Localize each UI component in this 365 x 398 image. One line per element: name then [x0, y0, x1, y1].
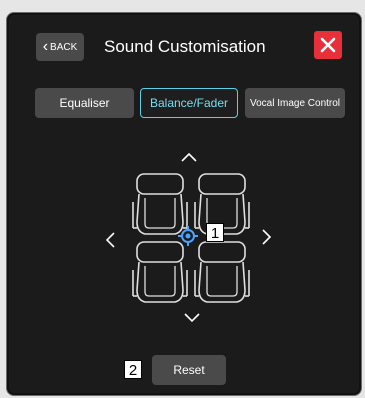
tab-equaliser[interactable]: Equaliser	[35, 88, 134, 118]
callout-marker-2: 2	[124, 360, 142, 379]
balance-left-arrow[interactable]	[103, 230, 117, 250]
callout-marker-1: 1	[206, 223, 224, 242]
fader-rear-arrow[interactable]	[182, 311, 202, 325]
reset-button[interactable]: Reset	[152, 355, 226, 385]
close-button[interactable]	[314, 31, 342, 59]
tab-vocal-image-control[interactable]: Vocal Image Control	[245, 88, 345, 118]
chevron-left-icon: ‹	[42, 38, 49, 55]
car-seat-icon	[132, 173, 188, 235]
back-button[interactable]: ‹ BACK	[36, 33, 84, 61]
tab-balance-fader[interactable]: Balance/Fader	[140, 88, 238, 118]
car-seat-icon	[132, 241, 188, 303]
seat-layout[interactable]	[125, 168, 251, 304]
close-icon	[320, 37, 336, 53]
fader-front-arrow[interactable]	[179, 150, 199, 164]
page-title: Sound Customisation	[104, 37, 266, 56]
back-label: BACK	[50, 41, 78, 53]
balance-right-arrow[interactable]	[260, 227, 274, 247]
car-seat-icon	[194, 241, 250, 303]
